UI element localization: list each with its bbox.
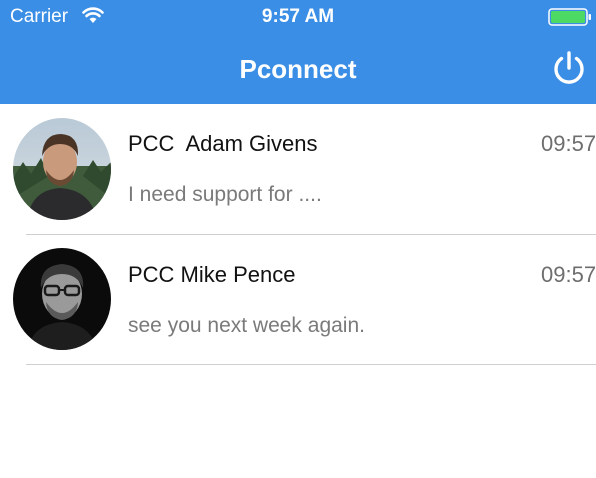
chat-list-item[interactable]: PCC Adam Givens 09:57 I need support for… xyxy=(0,104,596,234)
chat-name: PCC Mike Pence xyxy=(128,262,296,287)
chat-name: PCC Adam Givens xyxy=(128,131,318,156)
nav-bar: Pconnect xyxy=(0,34,596,104)
power-icon[interactable] xyxy=(549,49,589,89)
avatar-photo-icon xyxy=(13,118,111,220)
chat-preview: I need support for .... xyxy=(128,183,322,206)
app-screen: Carrier 9:57 AM Pconnect PCC Adam Givens… xyxy=(0,0,596,478)
avatar xyxy=(13,118,111,220)
chat-preview: see you next week again. xyxy=(128,314,365,337)
divider xyxy=(26,364,596,365)
chat-time: 09:57 xyxy=(541,262,596,287)
header: Carrier 9:57 AM Pconnect xyxy=(0,0,596,104)
status-time: 9:57 AM xyxy=(261,6,335,27)
page-title: Pconnect xyxy=(239,54,357,84)
chat-list-item[interactable]: PCC Mike Pence 09:57 see you next week a… xyxy=(0,235,596,365)
avatar-photo-icon xyxy=(13,248,111,350)
avatar xyxy=(13,248,111,350)
battery-icon xyxy=(548,8,591,26)
chat-time: 09:57 xyxy=(541,131,596,156)
status-bar: Carrier 9:57 AM xyxy=(0,0,596,34)
